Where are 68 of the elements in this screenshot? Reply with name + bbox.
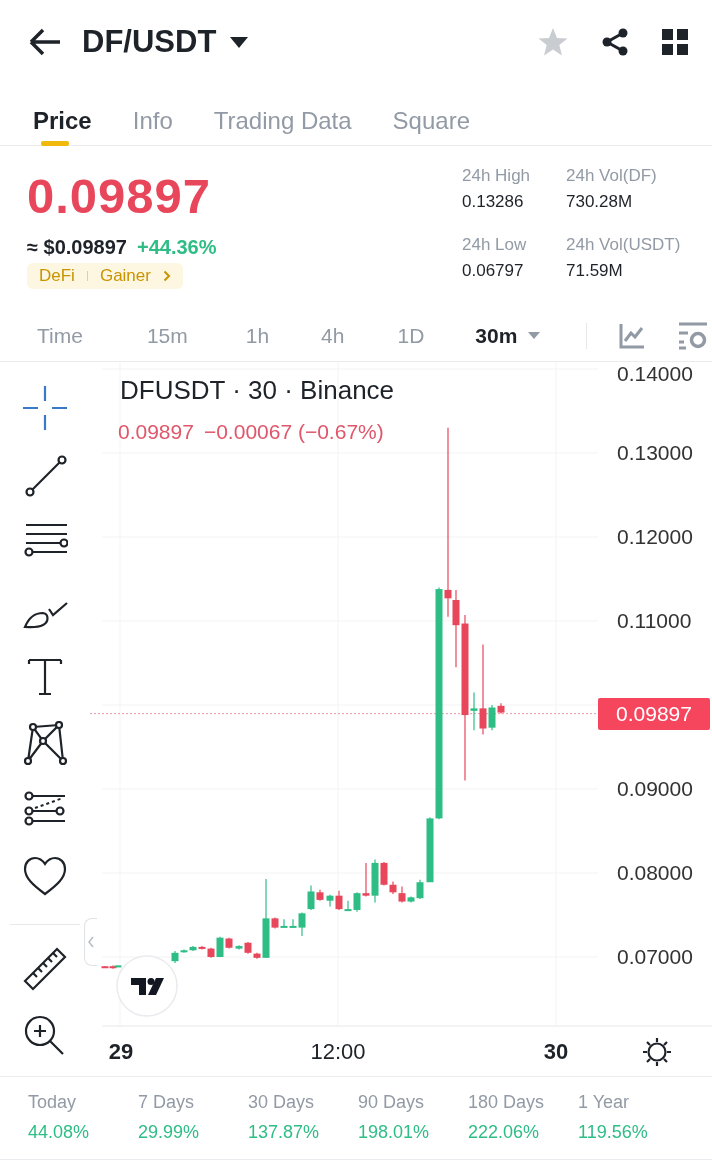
tab[interactable]: Trading Data [207, 84, 358, 146]
caret-down-icon[interactable] [228, 35, 251, 49]
stat-value: 71.59M [566, 259, 624, 282]
stat-value: 0.13286 [462, 191, 525, 213]
crosshair-icon[interactable] [22, 386, 68, 431]
axis-label: 0.09000 [617, 777, 693, 801]
interval-tab[interactable]: 1h [234, 323, 281, 348]
ruler-icon[interactable] [22, 947, 68, 992]
axis-label: 0.13000 [617, 441, 693, 465]
interval-tab[interactable]: 4h [310, 323, 356, 348]
period-label: 180 Days [468, 1091, 546, 1114]
tag-label: DeFi [39, 266, 75, 286]
pattern-icon[interactable] [22, 721, 68, 766]
star-icon[interactable] [538, 27, 568, 57]
chart-price: 0.09897 [118, 420, 194, 444]
period-label: 30 Days [248, 1091, 316, 1114]
tab[interactable]: Square [386, 84, 476, 146]
axis-label: 30 [543, 1040, 569, 1064]
period-label: 90 Days [358, 1091, 426, 1114]
stat-value: 730.28M [566, 191, 634, 213]
tab[interactable]: Price [27, 84, 98, 146]
brightness-icon[interactable] [642, 1037, 672, 1067]
stat-label: 24h Low [462, 234, 528, 255]
period-change: 119.56% [578, 1121, 649, 1144]
period-label: 7 Days [138, 1091, 196, 1114]
period-change: 198.01% [358, 1121, 431, 1144]
axis-label: 0.11000 [617, 609, 692, 633]
axis-label: 12:00 [310, 1040, 366, 1064]
axis-label: 29 [108, 1040, 134, 1064]
period-change: 29.99% [138, 1121, 201, 1144]
chevron-left-icon [88, 936, 94, 948]
pair-title[interactable]: DF/USDT [82, 24, 217, 60]
chart-change: −0.00067 (−0.67%) [203, 420, 384, 444]
stat-value: 0.06797 [462, 259, 525, 282]
tag-label: Gainer [99, 266, 151, 286]
collapse-handle[interactable] [84, 918, 97, 966]
period-change: 137.87% [248, 1121, 321, 1144]
period-change: 44.08% [28, 1121, 91, 1144]
axis-label: 0.12000 [617, 525, 693, 549]
stat-label: 24h Vol(DF) [566, 166, 658, 186]
stat-label: 24h Vol(USDT) [566, 234, 682, 255]
chart-settings-icon[interactable] [678, 321, 709, 350]
share-icon[interactable] [601, 28, 629, 56]
indicator-chart-icon[interactable] [619, 322, 646, 349]
period-label: 1 Year [578, 1091, 631, 1114]
period-change: 222.06% [468, 1121, 541, 1144]
interval-tab[interactable]: 1D [386, 323, 436, 348]
chart-title: DFUSDT · 30 · Binance [120, 375, 395, 406]
grid-icon[interactable] [662, 29, 688, 55]
tab[interactable]: Info [126, 84, 179, 146]
usd-price: ≈ $0.09897 [27, 235, 127, 260]
caret-down-icon [527, 331, 542, 340]
axis-label: 0.08000 [617, 861, 693, 885]
stat-label: 24h High [462, 166, 532, 186]
period-label: Today [28, 1091, 78, 1114]
back-icon[interactable] [28, 27, 62, 57]
price-tag: 0.09897 [598, 698, 710, 730]
trend-line-icon[interactable] [22, 453, 68, 498]
last-price: 0.09897 [27, 168, 212, 224]
axis-label: 0.07000 [617, 945, 693, 969]
axis-label: 0.14000 [617, 362, 693, 386]
interval-tab[interactable]: 30m [464, 323, 553, 348]
interval-tab[interactable]: Time [26, 323, 94, 348]
interval-tab[interactable]: 15m [135, 323, 199, 348]
chevron-right-icon [162, 270, 171, 282]
price-change: +44.36% [136, 235, 217, 260]
tag-chip[interactable]: DeFi Gainer [27, 263, 183, 289]
logo-icon [116, 955, 178, 1017]
